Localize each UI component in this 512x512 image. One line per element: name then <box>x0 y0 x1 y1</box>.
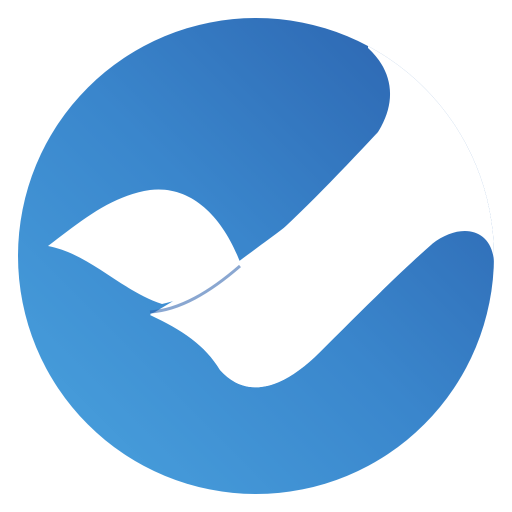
logo-canvas <box>0 0 512 512</box>
checkmark-circle-logo-icon <box>18 18 494 494</box>
